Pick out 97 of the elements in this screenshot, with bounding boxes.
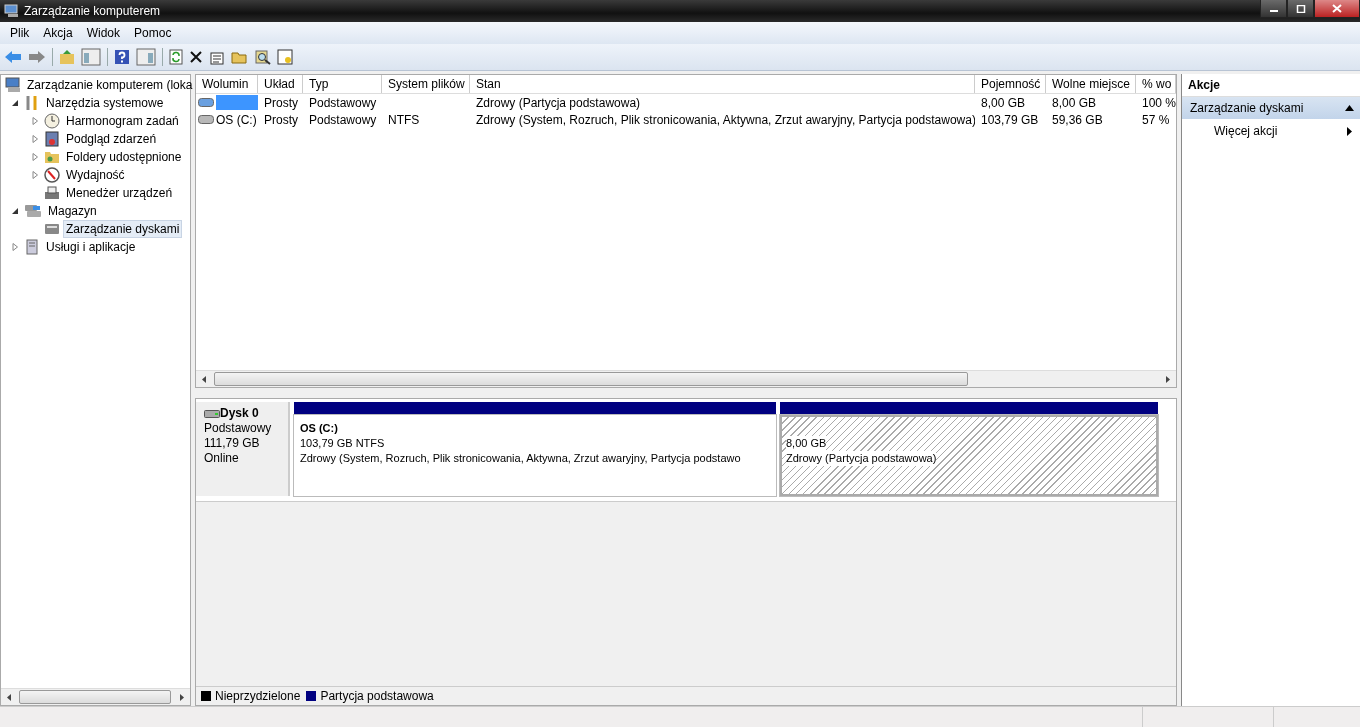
- tools-icon: [24, 95, 40, 111]
- disk-type: Podstawowy: [204, 421, 273, 436]
- column-header[interactable]: Stan: [470, 75, 975, 93]
- table-cell: 8,00 GB: [1052, 95, 1097, 110]
- menu-item[interactable]: Widok: [79, 26, 128, 40]
- tree-item[interactable]: Narzędzia systemowe: [43, 94, 167, 112]
- column-header[interactable]: Wolumin: [196, 75, 258, 93]
- submenu-arrow-icon: [1347, 126, 1352, 136]
- table-cell: OS (C:): [216, 112, 257, 127]
- partition-size: 8,00 GB: [786, 436, 827, 451]
- folder-up-icon[interactable]: [59, 49, 75, 65]
- tree-item[interactable]: Foldery udostępnione: [63, 148, 185, 166]
- window-title: Zarządzanie komputerem: [24, 4, 161, 18]
- disk-drive-icon: [44, 221, 60, 237]
- table-cell: 100 %: [1142, 95, 1176, 110]
- tree-item[interactable]: Zarządzanie komputerem (loka: [24, 76, 196, 94]
- scroll-left-icon[interactable]: [202, 375, 206, 383]
- column-header[interactable]: Pojemność: [975, 75, 1046, 93]
- maximize-icon: [1295, 4, 1306, 13]
- server-icon: [24, 239, 40, 255]
- table-cell: NTFS: [388, 112, 420, 127]
- menu-item[interactable]: Akcja: [36, 26, 80, 40]
- scroll-right-icon[interactable]: [180, 693, 184, 701]
- settings-icon[interactable]: [277, 49, 293, 65]
- partition-box[interactable]: 8,00 GB Zdrowy (Partycja podstawowa): [780, 415, 1158, 496]
- shared-folder-icon: [44, 149, 60, 165]
- scroll-left-icon[interactable]: [7, 693, 11, 701]
- column-header[interactable]: % wo: [1136, 75, 1176, 93]
- clock-icon: [44, 113, 60, 129]
- disk-status: Online: [204, 451, 240, 466]
- collapse-arrow-icon[interactable]: [11, 99, 19, 107]
- volume-icon: [198, 115, 214, 124]
- partition-status: Zdrowy (System, Rozruch, Plik stronicowania, Aktywna, Zrzut awaryjny, Partycja podstawo: [300, 451, 742, 466]
- tree-item[interactable]: Podgląd zdarzeń: [63, 130, 160, 148]
- menu-item[interactable]: Pomoc: [127, 26, 179, 40]
- help-icon[interactable]: [114, 49, 130, 65]
- column-header[interactable]: System plików: [382, 75, 470, 93]
- partition-size: 103,79 GB NTFS: [300, 436, 386, 451]
- tree-item[interactable]: Magazyn: [45, 202, 100, 220]
- disk-name: Dysk 0: [220, 406, 259, 421]
- maximize-button[interactable]: [1287, 0, 1314, 18]
- expand-arrow-icon[interactable]: [31, 135, 39, 143]
- action-link[interactable]: Więcej akcji: [1182, 119, 1360, 143]
- partition-name: OS (C:): [300, 421, 339, 436]
- table-cell: Zdrowy (Partycja podstawowa): [476, 95, 641, 110]
- open-folder-icon[interactable]: [231, 49, 249, 65]
- log-icon: [44, 131, 60, 147]
- legend-label: Partycja podstawowa: [320, 689, 434, 703]
- horizontal-scrollbar[interactable]: [196, 370, 1176, 387]
- column-header[interactable]: Układ: [258, 75, 303, 93]
- tree-item[interactable]: Usługi i aplikacje: [43, 238, 139, 256]
- table-cell: 103,79 GB: [981, 112, 1039, 127]
- expand-arrow-icon[interactable]: [31, 117, 39, 125]
- table-cell: 57 %: [1142, 112, 1170, 127]
- forward-icon[interactable]: [28, 50, 46, 64]
- tree-item[interactable]: Wydajność: [63, 166, 128, 184]
- expand-arrow-icon[interactable]: [31, 153, 39, 161]
- volume-icon: [198, 98, 214, 107]
- collapse-arrow-icon: [1345, 105, 1354, 111]
- partition-status: Zdrowy (Partycja podstawowa): [786, 451, 937, 466]
- table-cell: Prosty: [264, 95, 298, 110]
- table-cell: Podstawowy: [309, 95, 377, 110]
- gauge-icon: [44, 167, 60, 183]
- disk-size: 111,79 GB: [204, 436, 261, 451]
- tree-item[interactable]: Zarządzanie dyskami: [63, 220, 183, 238]
- close-icon: [1332, 4, 1342, 13]
- column-header[interactable]: Wolne miejsce: [1046, 75, 1136, 93]
- storage-icon: [24, 203, 42, 219]
- table-cell: 8,00 GB: [981, 95, 1026, 110]
- tree-item[interactable]: Menedżer urządzeń: [63, 184, 176, 202]
- table-cell: Zdrowy (System, Rozruch, Plik stronicowania, Aktywna, Zrzut awaryjny, Partycja podstawowa): [476, 112, 975, 127]
- console-tree-icon[interactable]: [81, 48, 101, 66]
- actions-section-header[interactable]: Zarządzanie dyskami: [1182, 97, 1360, 119]
- magnifier-icon[interactable]: [255, 49, 271, 65]
- printer-icon: [44, 185, 60, 201]
- horizontal-scrollbar[interactable]: [1, 688, 190, 705]
- disk-drive-icon: [204, 409, 220, 418]
- column-header[interactable]: Typ: [303, 75, 382, 93]
- properties-icon[interactable]: [209, 49, 225, 65]
- refresh-icon[interactable]: [169, 49, 183, 65]
- table-cell: Podstawowy: [309, 112, 377, 127]
- expand-arrow-icon[interactable]: [31, 171, 39, 179]
- minimize-button[interactable]: [1260, 0, 1287, 18]
- table-cell: Prosty: [264, 112, 298, 127]
- computer-icon: [5, 77, 21, 93]
- expand-arrow-icon[interactable]: [11, 243, 19, 251]
- back-icon[interactable]: [4, 50, 22, 64]
- computer-icon: [4, 4, 20, 18]
- table-cell: 59,36 GB: [1052, 112, 1103, 127]
- delete-icon[interactable]: [189, 50, 203, 64]
- scroll-right-icon[interactable]: [1166, 375, 1170, 383]
- action-pane-icon[interactable]: [136, 48, 156, 66]
- close-button[interactable]: [1314, 0, 1360, 18]
- menu-item[interactable]: Plik: [3, 26, 37, 40]
- collapse-arrow-icon[interactable]: [11, 207, 19, 215]
- tree-item[interactable]: Harmonogram zadań: [63, 112, 182, 130]
- legend-label: Nieprzydzielone: [215, 689, 301, 703]
